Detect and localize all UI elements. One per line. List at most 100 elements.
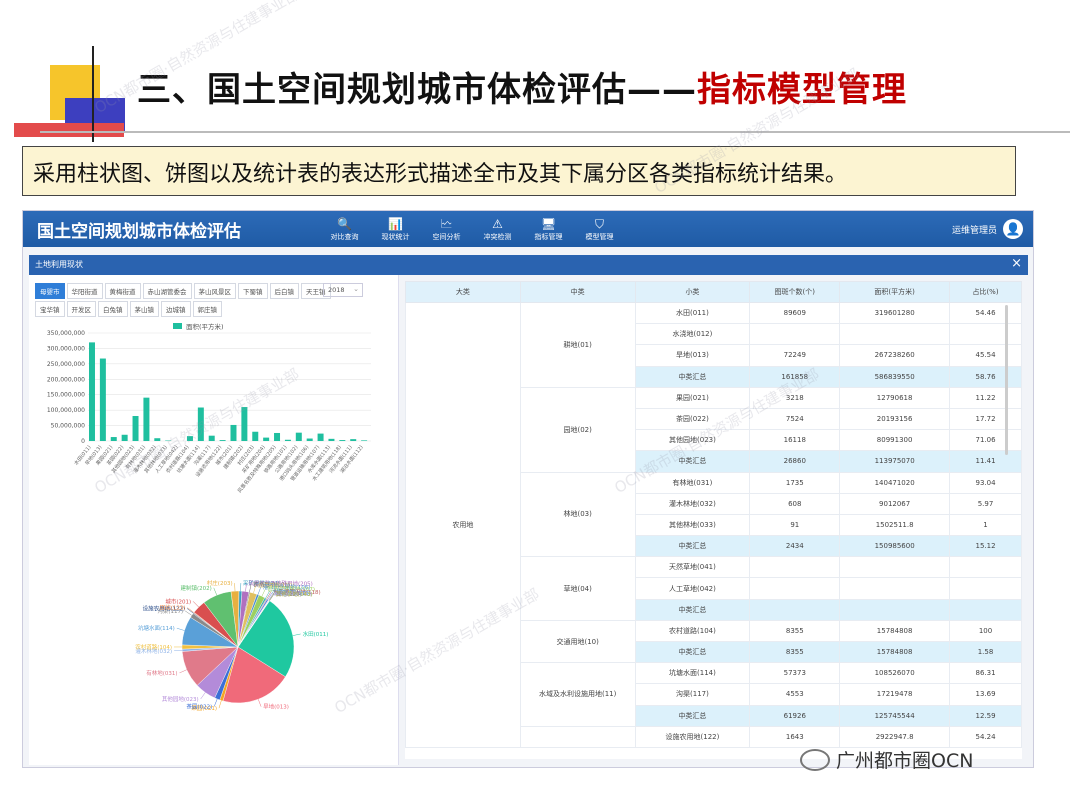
district-tab[interactable]: 华阳街道	[66, 283, 103, 299]
table-cell: 26860	[749, 450, 841, 473]
table-cell	[949, 577, 1022, 600]
district-tab[interactable]: 白兔镇	[98, 301, 128, 317]
user-menu[interactable]: 运维管理员 👤	[952, 219, 1033, 239]
nav-label: 空间分析	[432, 232, 461, 241]
district-tab[interactable]: 下蜀镇	[238, 283, 268, 299]
pie-leader-line	[200, 692, 206, 700]
nav-item-4[interactable]: 🖥 指标管理	[523, 217, 574, 242]
table-cell: 1.58	[949, 640, 1022, 664]
user-name[interactable]: 运维管理员	[952, 223, 997, 236]
bar	[154, 438, 161, 441]
district-tab[interactable]: 赤山湖管委会	[142, 283, 192, 299]
pie-leader-line	[292, 633, 301, 636]
table-cell: 水浇地(012)	[634, 323, 751, 346]
left-chart-panel: 母婴市 华阳街道 黄梅街道 赤山湖管委会 茅山风景区 下蜀镇 后白镇 天王镇 宝华镇 开发区 白兔镇…	[29, 275, 399, 765]
table-cell: 15784808	[839, 640, 951, 664]
table-cell: 91	[749, 513, 841, 537]
table-cell: 93.04	[949, 471, 1022, 494]
table-cell-mid: 水域及水利设施用地(11)	[519, 662, 636, 727]
close-icon[interactable]: ×	[1011, 256, 1022, 271]
table-cell: 1	[949, 513, 1022, 537]
subtitle-text: 采用柱状图、饼图以及统计表的表达形式描述全市及其下属分区各类指标统计结果。	[33, 162, 848, 187]
footer-brand: 广州都市圈OCN	[800, 746, 973, 773]
nav-icon: 🗠	[440, 216, 453, 231]
pie-leader-line	[213, 587, 218, 596]
y-tick-label: 250,000,000	[47, 361, 85, 368]
pie-leader-line	[176, 627, 185, 631]
legend-swatch	[173, 323, 182, 329]
table-cell	[749, 598, 841, 621]
table-row: 农用地 耕地(01) 水田(011) 89609 319601280 54.46	[405, 301, 1022, 748]
district-tab[interactable]: 茅山风景区	[193, 283, 236, 299]
table-cell: 旱地(013)	[634, 344, 751, 367]
bar	[143, 397, 150, 441]
table-header: 小类	[634, 281, 751, 303]
table-header: 图斑个数(个)	[749, 281, 841, 303]
table-cell: 11.22	[949, 386, 1022, 409]
district-tab[interactable]: 黄梅街道	[104, 283, 141, 299]
district-tab[interactable]: 边城镇	[161, 301, 191, 317]
pie-leader-line	[218, 700, 222, 709]
table-cell-mid: 草地(04)	[519, 556, 636, 621]
user-avatar-icon[interactable]: 👤	[1003, 219, 1023, 239]
bar	[295, 432, 302, 441]
nav-item-5[interactable]: ⛉ 模型管理	[574, 217, 625, 242]
nav-label: 对比查询	[330, 232, 359, 241]
panel-header: 土地利用现状 ×	[29, 255, 1028, 275]
table-cell: 150985600	[839, 535, 951, 558]
nav-label: 现状统计	[381, 232, 410, 241]
table-cell: 108526070	[839, 662, 951, 685]
table-cell	[839, 598, 951, 621]
bar	[99, 358, 106, 441]
bar	[306, 438, 313, 441]
district-tab[interactable]: 母婴市	[35, 283, 65, 299]
pie-label: 水田(011)	[303, 630, 329, 638]
table-cell-mid	[519, 725, 636, 748]
slide-title-main: 三、国土空间规划城市体检评估——	[137, 70, 697, 110]
table-cell-mid: 交通用地(10)	[519, 619, 636, 664]
district-tab[interactable]: 茅山镇	[129, 301, 159, 317]
year-value[interactable]: 2018	[328, 286, 345, 294]
table-cell: 12.59	[949, 704, 1022, 727]
table-cell-mid: 园地(02)	[519, 386, 636, 473]
year-select[interactable]: 2018 ⌄	[323, 283, 363, 297]
nav-item-2[interactable]: 🗠 空间分析	[421, 217, 472, 242]
nav-icon: ⛉	[594, 216, 604, 231]
pie-label: 村庄(203)	[207, 579, 233, 587]
nav-item-3[interactable]: ⚠ 冲突检测	[472, 217, 523, 242]
wechat-icon	[800, 748, 830, 771]
pie-leader-line	[179, 669, 187, 674]
bar	[274, 432, 281, 441]
table-cell: 608	[749, 492, 841, 515]
decor-vertical-line	[92, 46, 94, 142]
table-cell: 72249	[749, 344, 841, 367]
district-tab[interactable]: 后白镇	[269, 283, 299, 299]
y-tick-label: 150,000,000	[47, 392, 85, 399]
nav-item-1[interactable]: 📊 现状统计	[370, 217, 421, 242]
table-header: 大类	[405, 281, 521, 303]
bar	[186, 436, 193, 441]
table-cell: 16118	[749, 429, 841, 452]
table-cell: 人工草地(042)	[634, 577, 751, 600]
table-cell: 125745544	[839, 704, 951, 727]
table-cell	[749, 556, 841, 579]
pie-label: 旱地(013)	[263, 703, 289, 711]
table-cell: 113975070	[839, 450, 951, 473]
bar	[132, 416, 139, 441]
district-tab[interactable]: 开发区	[66, 301, 96, 317]
bar	[263, 437, 270, 441]
district-tab[interactable]: 郭庄镇	[192, 301, 222, 317]
bar	[89, 342, 95, 441]
district-tab[interactable]: 宝华镇	[35, 301, 65, 317]
pie-label: 农村道路(104)	[135, 643, 172, 651]
table-scrollbar[interactable]	[1005, 305, 1008, 455]
nav-item-0[interactable]: 🔍 对比查询	[319, 217, 370, 242]
table-cell: 1643	[749, 725, 841, 748]
slide-title-accent: 指标模型管理	[697, 70, 907, 110]
bar	[241, 407, 248, 441]
table-cell	[949, 323, 1022, 346]
table-cell: 坑塘水面(114)	[634, 662, 751, 685]
table-cell: 农村道路(104)	[634, 619, 751, 643]
pie-label: 裸地(127)	[276, 590, 302, 598]
y-tick-label: 300,000,000	[47, 345, 85, 352]
